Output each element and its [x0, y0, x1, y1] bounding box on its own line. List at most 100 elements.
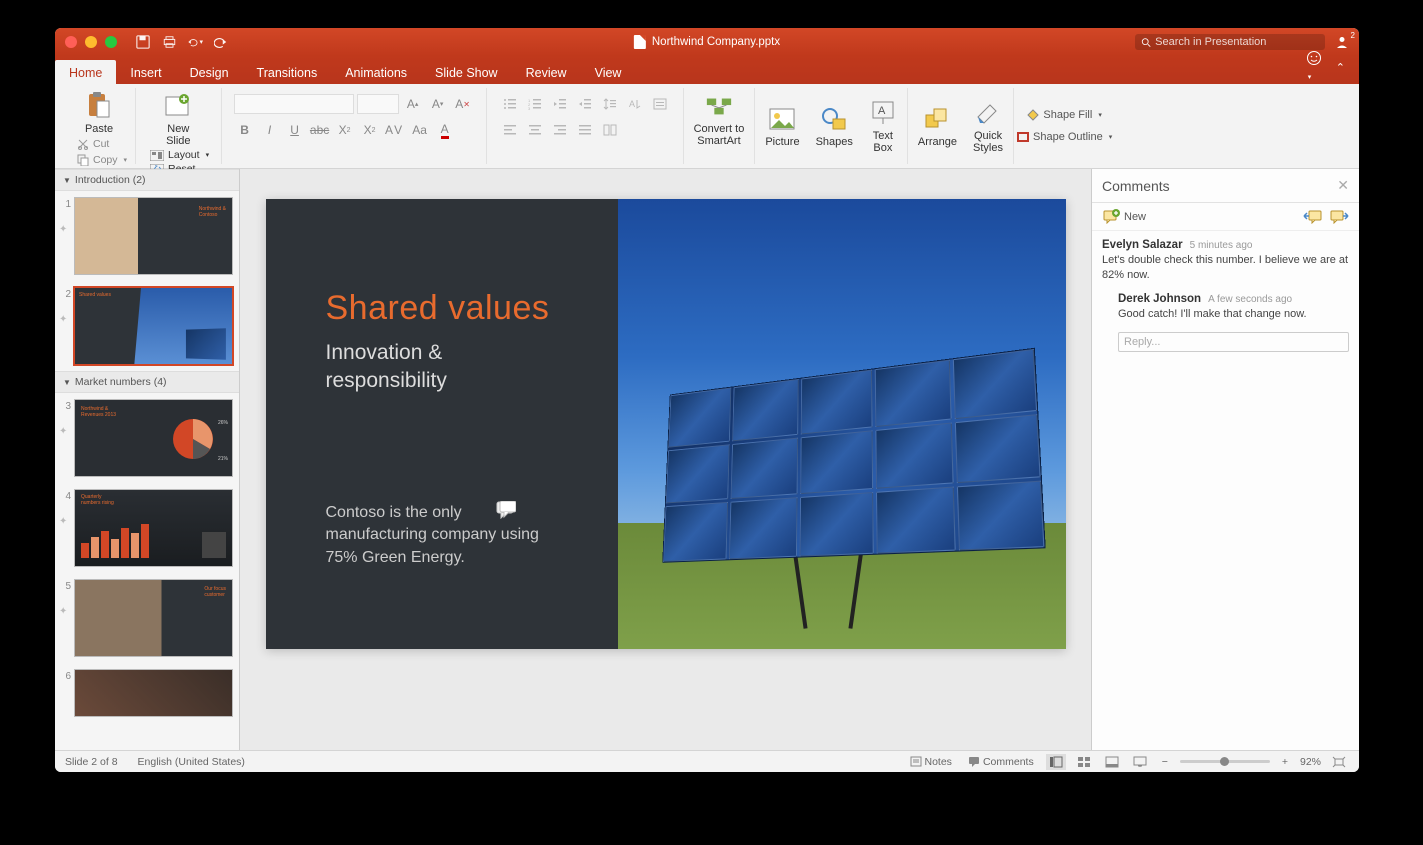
thumbnail-5[interactable]: 5✦ Our focuscustomer	[55, 573, 239, 663]
prev-comment-button[interactable]	[1303, 209, 1323, 224]
tab-transitions[interactable]: Transitions	[243, 60, 332, 84]
tab-insert[interactable]: Insert	[116, 60, 175, 84]
strikethrough-button[interactable]: abc	[309, 120, 331, 140]
font-color-button[interactable]: A	[434, 120, 456, 140]
decrease-indent-button[interactable]	[549, 94, 571, 114]
thumbnail-3[interactable]: 3✦ Northwind &Revenues 201326%21%	[55, 393, 239, 483]
fit-window-button[interactable]	[1329, 754, 1349, 770]
slide-subtitle[interactable]: Innovation & responsibility	[326, 339, 447, 396]
thumbnail-4[interactable]: 4✦ Quarterlynumbers rising	[55, 483, 239, 573]
next-comment-button[interactable]	[1329, 209, 1349, 224]
save-icon[interactable]	[135, 34, 151, 50]
svg-text:A: A	[878, 105, 886, 117]
title-text: Northwind Company.pptx	[652, 36, 780, 48]
bullets-button[interactable]	[499, 94, 521, 114]
thumbnail-6[interactable]: 6✦	[55, 663, 239, 723]
undo-icon[interactable]: ▾	[187, 34, 203, 50]
shrink-font-button[interactable]: A▾	[427, 94, 449, 114]
slide-panel: ▼Introduction (2) 1✦ Northwind &Contoso …	[55, 169, 240, 750]
zoom-level[interactable]: 92%	[1300, 756, 1321, 768]
zoom-out-button[interactable]: −	[1158, 756, 1172, 768]
change-case-button[interactable]: Aa	[409, 120, 431, 140]
layout-button[interactable]: Layout▾	[148, 149, 215, 161]
slide[interactable]: Shared values Innovation & responsibilit…	[266, 199, 1066, 649]
section-header-market[interactable]: ▼Market numbers (4)	[55, 371, 239, 393]
font-family-select[interactable]	[234, 94, 354, 114]
zoom-window-button[interactable]	[105, 36, 117, 48]
language-indicator[interactable]: English (United States)	[138, 756, 245, 768]
grow-font-button[interactable]: A▴	[402, 94, 424, 114]
char-spacing-button[interactable]: AV	[384, 120, 406, 140]
section-header-intro[interactable]: ▼Introduction (2)	[55, 169, 239, 191]
superscript-button[interactable]: X2	[334, 120, 356, 140]
justify-button[interactable]	[574, 120, 596, 140]
new-slide-button[interactable]: New Slide	[160, 90, 196, 149]
line-spacing-button[interactable]	[599, 94, 621, 114]
font-size-select[interactable]	[357, 94, 399, 114]
picture-button[interactable]: Picture	[761, 103, 803, 150]
convert-smartart-button[interactable]: Convert to SmartArt	[690, 90, 749, 149]
tab-slideshow[interactable]: Slide Show	[421, 60, 512, 84]
collapse-ribbon-icon[interactable]: ⌃	[1336, 61, 1345, 74]
comments-toggle-button[interactable]: Comments	[964, 756, 1038, 768]
slide-dark-panel	[266, 199, 618, 649]
tab-review[interactable]: Review	[512, 60, 581, 84]
close-comments-icon[interactable]: ✕	[1337, 177, 1349, 194]
redo-icon[interactable]	[213, 34, 229, 50]
bold-button[interactable]: B	[234, 120, 256, 140]
clear-formatting-button[interactable]: A✕	[452, 94, 474, 114]
subscript-button[interactable]: X2	[359, 120, 381, 140]
zoom-in-button[interactable]: +	[1278, 756, 1292, 768]
align-right-button[interactable]	[549, 120, 571, 140]
close-window-button[interactable]	[65, 36, 77, 48]
align-text-button[interactable]	[649, 94, 671, 114]
print-icon[interactable]	[161, 34, 177, 50]
thumbnail-1[interactable]: 1✦ Northwind &Contoso	[55, 191, 239, 281]
textbox-button[interactable]: AText Box	[865, 97, 901, 156]
cut-button[interactable]: Cut	[75, 137, 129, 151]
underline-button[interactable]: U	[284, 120, 306, 140]
window-controls	[65, 36, 117, 48]
ribbon: Paste Cut Copy▾ Format New Slide Layout▾…	[55, 84, 1359, 169]
comment-marker-icon[interactable]	[496, 501, 516, 519]
arrange-button[interactable]: Arrange	[914, 103, 961, 150]
comment-author: Evelyn Salazar	[1102, 239, 1183, 251]
slide-canvas[interactable]: Shared values Innovation & responsibilit…	[240, 169, 1091, 750]
feedback-icon[interactable]: ▾	[1306, 50, 1322, 84]
paste-button[interactable]: Paste	[81, 90, 117, 137]
shape-fill-button[interactable]: Shape Fill▾	[1026, 107, 1101, 123]
align-center-button[interactable]	[524, 120, 546, 140]
italic-button[interactable]: I	[259, 120, 281, 140]
tab-view[interactable]: View	[581, 60, 636, 84]
tab-design[interactable]: Design	[176, 60, 243, 84]
sorter-view-button[interactable]	[1074, 754, 1094, 770]
shape-outline-button[interactable]: Shape Outline▾	[1016, 129, 1112, 145]
tab-animations[interactable]: Animations	[331, 60, 421, 84]
notes-button[interactable]: Notes	[906, 756, 956, 768]
search-icon	[1141, 37, 1151, 48]
columns-button[interactable]	[599, 120, 621, 140]
copy-button[interactable]: Copy▾	[75, 153, 129, 167]
slide-title[interactable]: Shared values	[326, 289, 550, 328]
account-icon[interactable]: 2	[1335, 35, 1349, 49]
increase-indent-button[interactable]	[574, 94, 596, 114]
reading-view-button[interactable]	[1102, 754, 1122, 770]
quick-styles-button[interactable]: Quick Styles	[969, 97, 1007, 156]
slideshow-view-button[interactable]	[1130, 754, 1150, 770]
tab-home[interactable]: Home	[55, 60, 116, 84]
normal-view-button[interactable]	[1046, 754, 1066, 770]
text-direction-button[interactable]: A	[624, 94, 646, 114]
minimize-window-button[interactable]	[85, 36, 97, 48]
comment-1[interactable]: Evelyn Salazar 5 minutes ago Let's doubl…	[1102, 239, 1349, 283]
align-left-button[interactable]	[499, 120, 521, 140]
search-box[interactable]	[1135, 34, 1325, 50]
reply-input[interactable]: Reply...	[1118, 332, 1349, 352]
numbering-button[interactable]: 123	[524, 94, 546, 114]
new-comment-button[interactable]: New	[1102, 209, 1146, 224]
shapes-button[interactable]: Shapes	[812, 103, 857, 150]
thumbnail-2[interactable]: 2✦ Shared values	[55, 281, 239, 371]
comment-2[interactable]: Derek Johnson A few seconds ago Good cat…	[1118, 293, 1349, 322]
search-input[interactable]	[1155, 36, 1319, 48]
comments-pane: Comments ✕ New Evelyn Salazar 5 minutes …	[1091, 169, 1359, 750]
zoom-slider[interactable]	[1180, 760, 1270, 763]
